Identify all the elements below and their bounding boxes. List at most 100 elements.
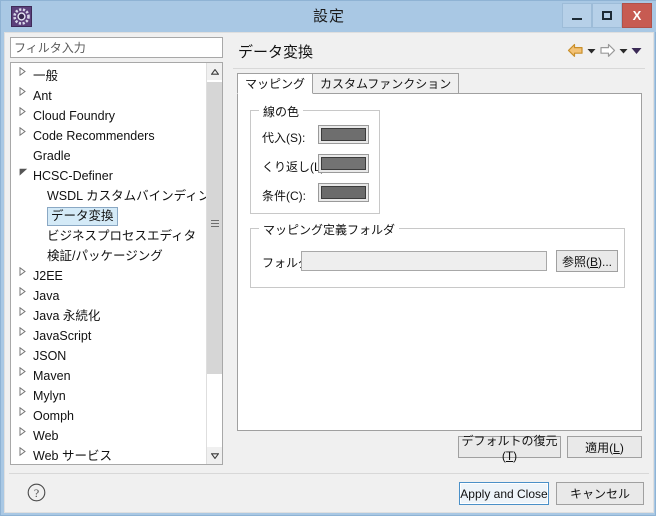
title-bar: 設定 X	[1, 1, 656, 32]
tree-item[interactable]: Java	[11, 286, 207, 306]
tree-item[interactable]: Ant	[11, 86, 207, 106]
apply-label: 適用(L)	[585, 440, 624, 455]
expander-collapsed-icon[interactable]	[19, 406, 33, 426]
page-header-divider	[233, 68, 645, 69]
tree-item-label: JSON	[33, 349, 67, 363]
tree-item-label: Gradle	[33, 149, 71, 163]
tree-vertical-scrollbar[interactable]	[206, 63, 222, 464]
tree-item-label: Mylyn	[33, 389, 66, 403]
tab-strip: マッピング カスタムファンクション	[237, 73, 460, 94]
tree-item-label: JavaScript	[33, 329, 92, 343]
tree-item-label: Web	[33, 429, 59, 443]
tree-item[interactable]: 一般	[11, 66, 207, 86]
preference-page: データ変換 マッピング カスタムファンクション 線の色 代入(S): くり返し(…	[233, 37, 645, 465]
restore-defaults-button[interactable]: デフォルトの復元(T)	[458, 434, 561, 463]
tree-item-label: Web サービス	[33, 449, 112, 463]
expander-collapsed-icon[interactable]	[19, 446, 33, 464]
expander-collapsed-icon[interactable]	[19, 366, 33, 386]
tree-item-label: Oomph	[33, 409, 74, 423]
minimize-button[interactable]	[562, 3, 592, 28]
expander-collapsed-icon[interactable]	[19, 426, 33, 446]
tree-item[interactable]: Cloud Foundry	[11, 106, 207, 126]
browse-button-label: 参照(B)...	[561, 254, 612, 269]
apply-button[interactable]: 適用(L)	[567, 436, 642, 458]
condition-color-label: 条件(C):	[262, 189, 306, 203]
scroll-down-button[interactable]	[207, 447, 222, 464]
forward-arrow-icon[interactable]	[599, 43, 616, 58]
expander-collapsed-icon[interactable]	[19, 266, 33, 286]
tree-item[interactable]: JSON	[11, 346, 207, 366]
expander-collapsed-icon[interactable]	[19, 326, 33, 346]
tree-item-label: Code Recommenders	[33, 129, 155, 143]
tree-item-label: ビジネスプロセスエディタ	[47, 229, 197, 243]
help-icon[interactable]: ?	[27, 483, 46, 505]
expander-collapsed-icon[interactable]	[19, 346, 33, 366]
preferences-sidebar: 一般 Ant Cloud Foundry Code Recommenders Gradl…	[10, 37, 223, 465]
scroll-up-button[interactable]	[207, 63, 222, 80]
expander-collapsed-icon[interactable]	[19, 66, 33, 86]
tree-item-label: Java	[33, 289, 60, 303]
tree-item-label: 検証/パッケージング	[47, 249, 163, 263]
tree-item-label: Ant	[33, 89, 52, 103]
cancel-button[interactable]: キャンセル	[556, 482, 644, 505]
tab-mapping[interactable]: マッピング	[237, 73, 314, 94]
tree-item[interactable]: 検証/パッケージング	[11, 246, 207, 266]
dialog-client-area: 一般 Ant Cloud Foundry Code Recommenders Gradl…	[4, 32, 654, 513]
tree-item-label: J2EE	[33, 269, 63, 283]
page-action-buttons: デフォルトの復元(T) 適用(L)	[458, 434, 642, 463]
apply-and-close-button[interactable]: Apply and Close	[459, 482, 549, 505]
tree-item[interactable]: Web サービス	[11, 446, 207, 464]
expander-collapsed-icon[interactable]	[19, 106, 33, 126]
expander-expanded-icon[interactable]	[19, 166, 33, 186]
settings-dialog-window: 設定 X 一般 Ant Cloud Foundry Code Recommenders…	[0, 0, 656, 516]
svg-text:?: ?	[34, 486, 39, 500]
condition-color-swatch[interactable]	[318, 183, 369, 202]
filter-input[interactable]	[10, 37, 223, 58]
back-arrow-icon[interactable]	[567, 43, 584, 58]
tree-item[interactable]: Web	[11, 426, 207, 446]
tab-panel: マッピング カスタムファンクション 線の色 代入(S): くり返し(L): 条件…	[237, 73, 642, 431]
tree-item[interactable]: Code Recommenders	[11, 126, 207, 146]
tree-item[interactable]: J2EE	[11, 266, 207, 286]
expander-collapsed-icon[interactable]	[19, 86, 33, 106]
restore-defaults-label: デフォルトの復元(T)	[461, 433, 558, 463]
dialog-footer-buttons: Apply and Close キャンセル	[459, 482, 644, 505]
expander-collapsed-icon[interactable]	[19, 286, 33, 306]
mapping-folder-group: マッピング定義フォルダ フォルダ: 参照(B)...	[250, 221, 625, 288]
back-dropdown-icon[interactable]	[587, 48, 596, 54]
tree-item[interactable]: JavaScript	[11, 326, 207, 346]
window-controls: X	[562, 3, 652, 29]
window-title: 設定	[312, 8, 345, 25]
tree-item[interactable]: Mylyn	[11, 386, 207, 406]
view-menu-icon[interactable]	[631, 47, 642, 55]
tree-item[interactable]: Maven	[11, 366, 207, 386]
substitution-color-swatch[interactable]	[318, 125, 369, 144]
tree-item[interactable]: HCSC-Definer	[11, 166, 207, 186]
tree-item[interactable]: Gradle	[11, 146, 207, 166]
substitution-color-label: 代入(S):	[262, 131, 306, 145]
repeat-color-swatch[interactable]	[318, 154, 369, 173]
scrollbar-thumb[interactable]	[207, 82, 222, 374]
tree-item[interactable]: データ変換	[11, 206, 207, 226]
close-button[interactable]: X	[622, 3, 652, 28]
expander-collapsed-icon[interactable]	[19, 386, 33, 406]
maximize-button[interactable]	[592, 3, 622, 28]
tree-item[interactable]: Java 永続化	[11, 306, 207, 326]
forward-dropdown-icon[interactable]	[619, 48, 628, 54]
tree-item-label: Cloud Foundry	[33, 109, 115, 123]
tree-item[interactable]: ビジネスプロセスエディタ	[11, 226, 207, 246]
tree-item-label: Maven	[33, 369, 71, 383]
expander-collapsed-icon[interactable]	[19, 306, 33, 326]
tree-item[interactable]: WSDL カスタムバインディング	[11, 186, 207, 206]
folder-input[interactable]	[301, 251, 547, 271]
preferences-tree: 一般 Ant Cloud Foundry Code Recommenders Gradl…	[11, 63, 207, 464]
tree-item[interactable]: Oomph	[11, 406, 207, 426]
line-color-group-title: 線の色	[259, 103, 304, 120]
page-navigation-toolbar	[567, 43, 642, 58]
expander-collapsed-icon[interactable]	[19, 126, 33, 146]
tree-item-label: HCSC-Definer	[33, 169, 113, 183]
tree-item-label: Java 永続化	[33, 309, 101, 323]
tab-custom-function[interactable]: カスタムファンクション	[312, 73, 460, 94]
tab-content-mapping: 線の色 代入(S): くり返し(L): 条件(C): マッピング定義フォルダ フ…	[237, 93, 642, 431]
browse-button[interactable]: 参照(B)...	[556, 250, 618, 272]
